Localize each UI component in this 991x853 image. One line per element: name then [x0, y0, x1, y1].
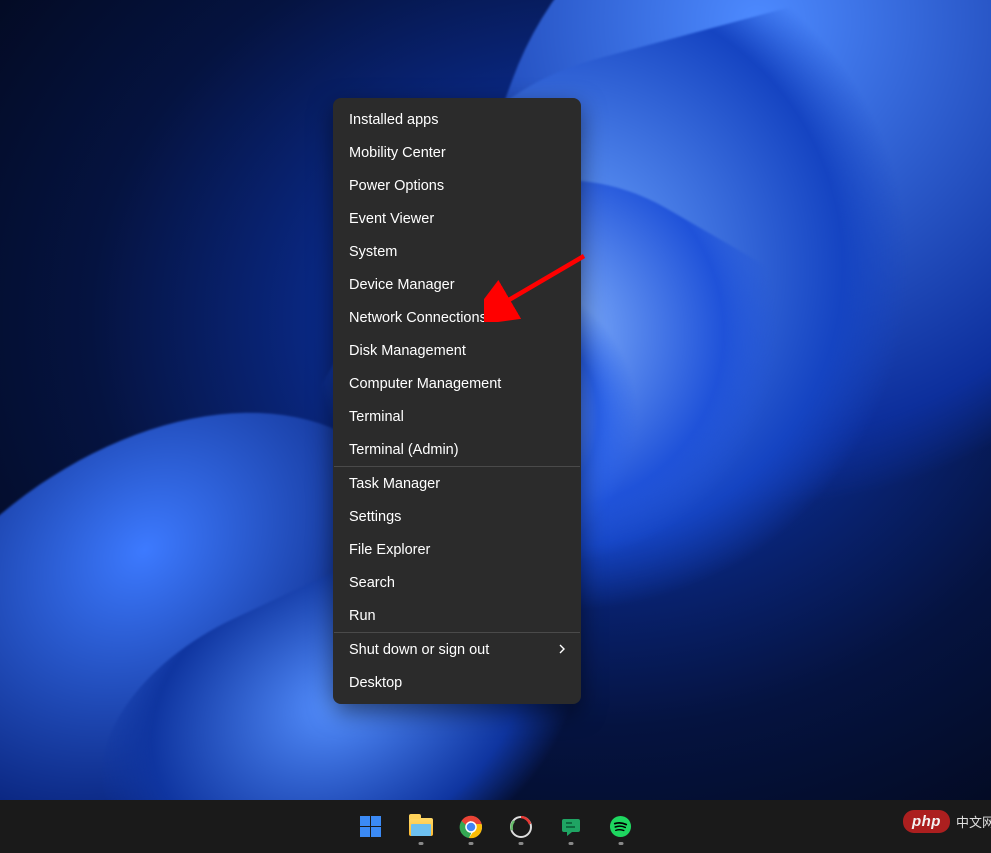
menu-item-system[interactable]: System	[334, 235, 580, 268]
taskbar	[0, 800, 991, 853]
chrome-icon	[459, 815, 483, 839]
menu-item-label: Shut down or sign out	[349, 642, 489, 658]
taskbar-chrome[interactable]	[451, 807, 491, 847]
menu-item-run[interactable]: Run	[334, 599, 580, 632]
spotify-icon	[609, 815, 632, 838]
menu-item-mobility-center[interactable]: Mobility Center	[334, 136, 580, 169]
menu-item-file-explorer[interactable]: File Explorer	[334, 533, 580, 566]
menu-item-power-options[interactable]: Power Options	[334, 169, 580, 202]
windows-logo-icon	[360, 816, 382, 838]
menu-item-computer-management[interactable]: Computer Management	[334, 367, 580, 400]
taskbar-spotify[interactable]	[601, 807, 641, 847]
menu-item-disk-management[interactable]: Disk Management	[334, 334, 580, 367]
menu-item-search[interactable]: Search	[334, 566, 580, 599]
taskbar-file-explorer[interactable]	[401, 807, 441, 847]
menu-item-installed-apps[interactable]: Installed apps	[334, 103, 580, 136]
watermark-badge: php	[903, 810, 950, 833]
chat-icon	[560, 816, 582, 838]
menu-item-settings[interactable]: Settings	[334, 500, 580, 533]
menu-item-desktop[interactable]: Desktop	[334, 666, 580, 699]
chevron-right-icon	[559, 642, 566, 658]
start-button[interactable]	[351, 807, 391, 847]
menu-item-terminal[interactable]: Terminal	[334, 400, 580, 433]
folder-icon	[409, 818, 433, 836]
watermark-text: 中文网	[956, 812, 991, 831]
taskbar-app-circle[interactable]	[501, 807, 541, 847]
menu-item-terminal-admin[interactable]: Terminal (Admin)	[334, 433, 580, 466]
power-user-menu: Installed apps Mobility Center Power Opt…	[333, 98, 581, 704]
menu-item-shutdown[interactable]: Shut down or sign out	[334, 633, 580, 666]
circle-app-icon	[510, 816, 532, 838]
menu-item-network-connections[interactable]: Network Connections	[334, 301, 580, 334]
menu-item-device-manager[interactable]: Device Manager	[334, 268, 580, 301]
menu-item-event-viewer[interactable]: Event Viewer	[334, 202, 580, 235]
watermark: php 中文网	[903, 810, 991, 833]
menu-item-task-manager[interactable]: Task Manager	[334, 467, 580, 500]
taskbar-chat[interactable]	[551, 807, 591, 847]
